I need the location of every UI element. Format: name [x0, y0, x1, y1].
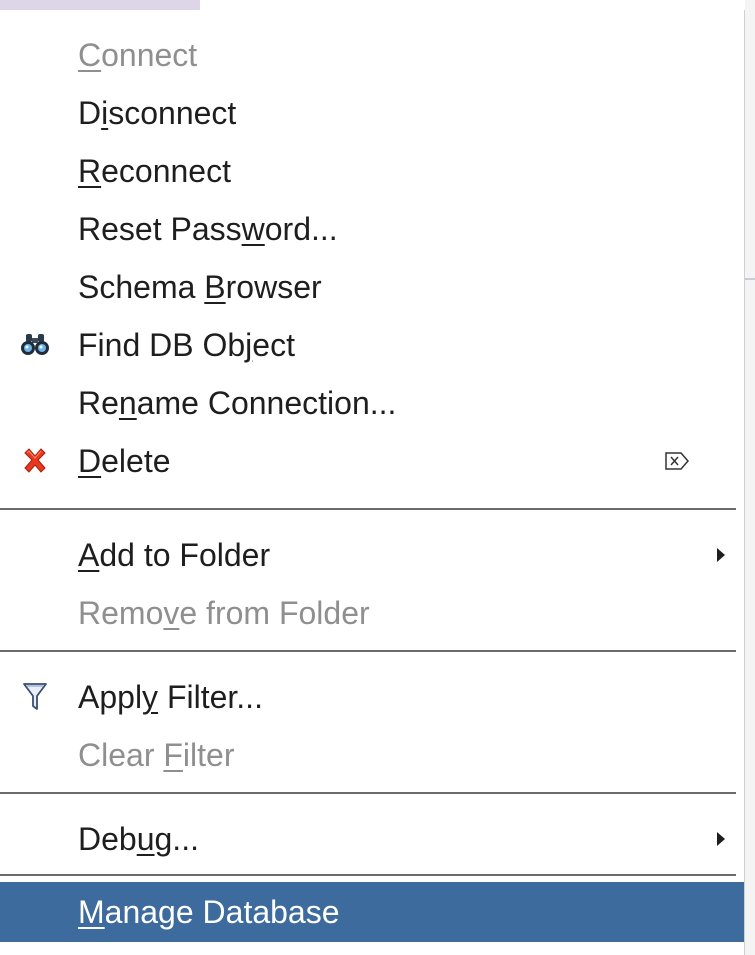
background-divider	[745, 278, 755, 280]
menu-item-label: Debug...	[78, 821, 199, 857]
menu-item-label: Disconnect	[78, 95, 237, 131]
funnel-filter-icon	[10, 668, 60, 726]
menu-item-debug[interactable]: Debug...	[0, 810, 744, 868]
menu-item-disconnect[interactable]: Disconnect	[0, 84, 744, 142]
menu-item-label: Clear Filter	[78, 737, 235, 773]
menu-separator	[0, 650, 736, 652]
menu-item-label: Apply Filter...	[78, 679, 263, 715]
menu-item-label: Rename Connection...	[78, 385, 397, 421]
menu-item-rename-connection[interactable]: Rename Connection...	[0, 374, 744, 432]
binoculars-icon	[10, 316, 60, 374]
menu-item-label: Reconnect	[78, 153, 231, 189]
menu-item-label: Remove from Folder	[78, 595, 370, 631]
menu-item-delete[interactable]: Delete	[0, 432, 744, 490]
background-window-edge	[745, 0, 755, 955]
menu-item-label: Connect	[78, 37, 198, 73]
menu-item-remove-from-folder: Remove from Folder	[0, 584, 744, 642]
menu-item-label: Manage Database	[78, 894, 340, 930]
menu-item-schema-browser[interactable]: Schema Browser	[0, 258, 744, 316]
delete-key-icon	[665, 432, 689, 490]
menu-item-clear-filter: Clear Filter	[0, 726, 744, 784]
menu-item-add-to-folder[interactable]: Add to Folder	[0, 526, 744, 584]
menu-separator	[0, 792, 736, 794]
menu-separator	[0, 874, 736, 876]
background-window-fragment	[0, 0, 200, 10]
red-x-delete-icon	[10, 432, 60, 490]
menu-item-find-db-object[interactable]: Find DB Object	[0, 316, 744, 374]
menu-item-manage-database[interactable]: Manage Database	[0, 882, 744, 942]
menu-item-label: Add to Folder	[78, 537, 271, 573]
menu-item-connect: Connect	[0, 26, 744, 84]
menu-item-reset-password[interactable]: Reset Password...	[0, 200, 744, 258]
submenu-arrow-icon	[717, 526, 731, 584]
submenu-arrow-icon	[717, 810, 731, 868]
context-menu: Connect Disconnect Reconnect Reset Passw…	[0, 10, 745, 955]
menu-item-label: Delete	[78, 443, 171, 479]
menu-item-apply-filter[interactable]: Apply Filter...	[0, 668, 744, 726]
menu-item-label: Reset Password...	[78, 211, 338, 247]
menu-separator	[0, 508, 736, 510]
menu-item-label: Find DB Object	[78, 327, 295, 363]
menu-item-label: Schema Browser	[78, 269, 322, 305]
menu-item-reconnect[interactable]: Reconnect	[0, 142, 744, 200]
